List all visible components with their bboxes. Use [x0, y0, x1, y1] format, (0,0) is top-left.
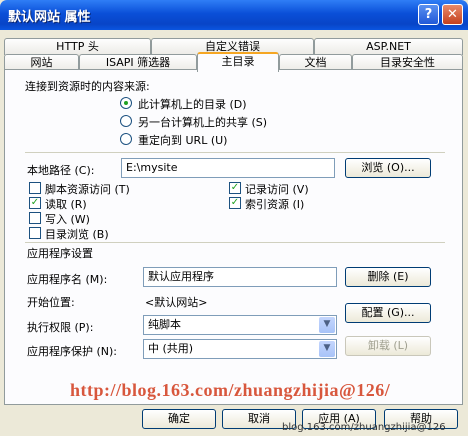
- app-protection-value: 中 (共用): [148, 342, 194, 355]
- checkbox-log-visits[interactable]: ✓: [229, 182, 241, 194]
- chevron-down-icon[interactable]: ▼: [319, 317, 335, 333]
- checkbox-script-access[interactable]: [29, 182, 41, 194]
- remove-button[interactable]: 删除 (E): [345, 267, 431, 287]
- radio-network-share[interactable]: [120, 115, 132, 127]
- properties-dialog: 默认网站 属性 ? ✕ HTTP 头 自定义错误 ASP.NET 网站 ISAP…: [0, 0, 468, 436]
- app-name-input[interactable]: 默认应用程序: [143, 267, 337, 287]
- app-name-label: 应用程序名 (M):: [27, 273, 108, 286]
- start-position-value: <默认网站>: [145, 296, 208, 309]
- chevron-down-icon[interactable]: ▼: [319, 341, 335, 357]
- tab-http-headers[interactable]: HTTP 头: [4, 38, 151, 55]
- tab-home-directory[interactable]: 主目录: [197, 52, 279, 72]
- radio-redirect-url[interactable]: [120, 133, 132, 145]
- local-path-input[interactable]: E:\mysite: [121, 158, 335, 178]
- radio-local-directory-label: 此计算机上的目录 (D): [138, 98, 247, 111]
- browse-button[interactable]: 浏览 (O)...: [345, 158, 431, 178]
- divider: [25, 152, 445, 153]
- app-protection-label: 应用程序保护 (N):: [27, 345, 118, 358]
- ok-button[interactable]: 确定: [142, 409, 216, 429]
- tab-aspnet[interactable]: ASP.NET: [314, 38, 463, 55]
- index-resource-label: 索引资源 (I): [245, 198, 305, 211]
- local-path-label: 本地路径 (C):: [27, 164, 95, 177]
- directory-browsing-label: 目录浏览 (B): [45, 228, 109, 241]
- execute-permissions-value: 纯脚本: [148, 318, 181, 331]
- checkbox-directory-browsing[interactable]: [29, 227, 41, 239]
- app-settings-heading: 应用程序设置: [27, 247, 93, 260]
- radio-network-share-label: 另一台计算机上的共享 (S): [138, 116, 268, 129]
- read-label: 读取 (R): [45, 198, 87, 211]
- checkbox-index-resource[interactable]: ✓: [229, 197, 241, 209]
- configuration-button[interactable]: 配置 (G)...: [345, 303, 431, 323]
- window-title: 默认网站 属性: [8, 10, 91, 25]
- script-access-label: 脚本资源访问 (T): [45, 183, 130, 196]
- divider: [25, 242, 445, 243]
- start-position-label: 开始位置:: [27, 296, 75, 309]
- log-visits-label: 记录访问 (V): [245, 183, 309, 196]
- home-directory-panel: 连接到资源时的内容来源: 此计算机上的目录 (D) 另一台计算机上的共享 (S)…: [4, 69, 463, 405]
- execute-permissions-label: 执行权限 (P):: [27, 321, 94, 334]
- watermark-url: http://blog.163.com/zhuangzhijia@126/: [70, 380, 391, 400]
- app-protection-select[interactable]: 中 (共用) ▼: [143, 339, 337, 359]
- execute-permissions-select[interactable]: 纯脚本 ▼: [143, 315, 337, 335]
- unload-button[interactable]: 卸载 (L): [345, 336, 431, 356]
- radio-redirect-url-label: 重定向到 URL (U): [138, 134, 228, 147]
- write-label: 写入 (W): [45, 213, 90, 226]
- title-bar: 默认网站 属性 ? ✕: [0, 0, 468, 30]
- watermark-small: blog.163.com/zhuangzhijia@126: [282, 422, 446, 433]
- checkbox-write[interactable]: [29, 212, 41, 224]
- help-title-button[interactable]: ?: [418, 4, 439, 25]
- close-button[interactable]: ✕: [442, 4, 463, 25]
- radio-local-directory[interactable]: [120, 97, 132, 109]
- content-source-heading: 连接到资源时的内容来源:: [25, 80, 150, 93]
- checkbox-read[interactable]: ✓: [29, 197, 41, 209]
